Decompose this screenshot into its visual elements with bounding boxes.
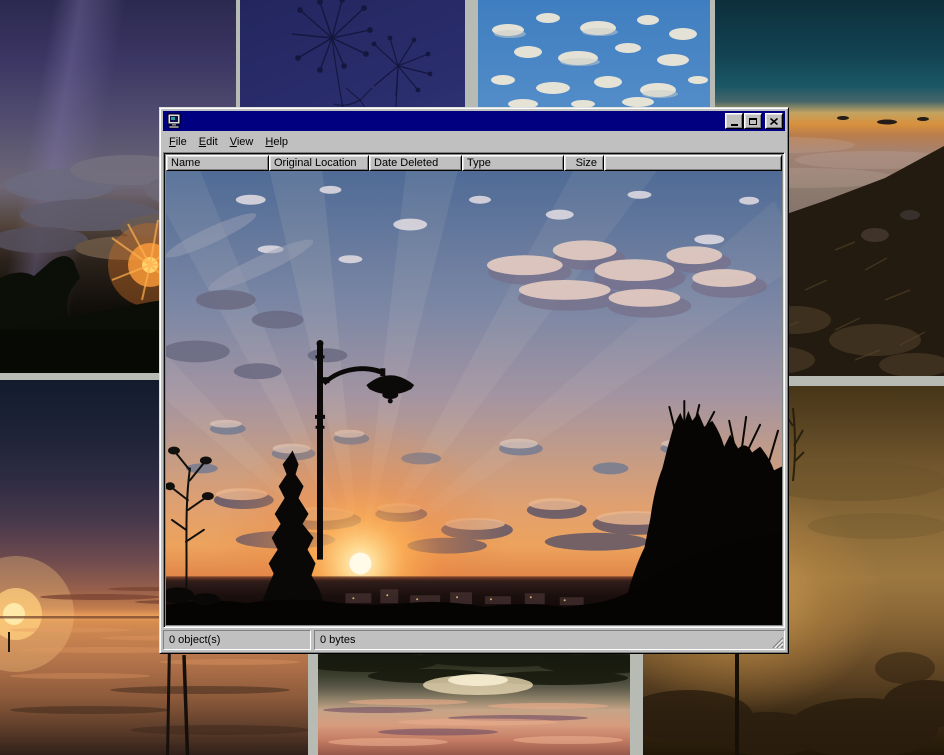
column-header-date-deleted[interactable]: Date Deleted — [369, 155, 462, 171]
close-icon — [770, 118, 778, 125]
column-header-filler — [604, 155, 782, 171]
desktop-photo-collage: File Edit View Help Name Original Locati… — [0, 0, 944, 755]
menu-file[interactable]: File — [163, 134, 193, 150]
computer-icon[interactable] — [166, 113, 182, 129]
resize-grip[interactable] — [770, 635, 783, 648]
menu-view[interactable]: View — [224, 134, 260, 150]
column-header-name[interactable]: Name — [166, 155, 269, 171]
column-header-row: Name Original Location Date Deleted Type… — [166, 155, 782, 171]
column-header-type[interactable]: Type — [462, 155, 564, 171]
status-object-count: 0 object(s) — [163, 630, 311, 650]
client-area-sunset-photo[interactable] — [166, 171, 782, 625]
column-header-original-location[interactable]: Original Location — [269, 155, 369, 171]
recycle-bin-window: File Edit View Help Name Original Locati… — [159, 107, 789, 654]
maximize-button[interactable] — [744, 113, 762, 129]
maximize-icon — [749, 118, 757, 125]
minimize-icon — [731, 124, 738, 126]
menu-help[interactable]: Help — [259, 134, 294, 150]
menu-edit[interactable]: Edit — [193, 134, 224, 150]
close-button[interactable] — [765, 113, 783, 129]
column-header-size[interactable]: Size — [564, 155, 604, 171]
status-byte-count: 0 bytes — [314, 630, 785, 650]
status-bar: 0 object(s) 0 bytes — [163, 630, 785, 650]
minimize-button[interactable] — [725, 113, 743, 129]
window-titlebar[interactable] — [163, 111, 785, 131]
file-list-area[interactable]: Name Original Location Date Deleted Type… — [163, 152, 785, 628]
menu-bar: File Edit View Help — [163, 132, 785, 151]
